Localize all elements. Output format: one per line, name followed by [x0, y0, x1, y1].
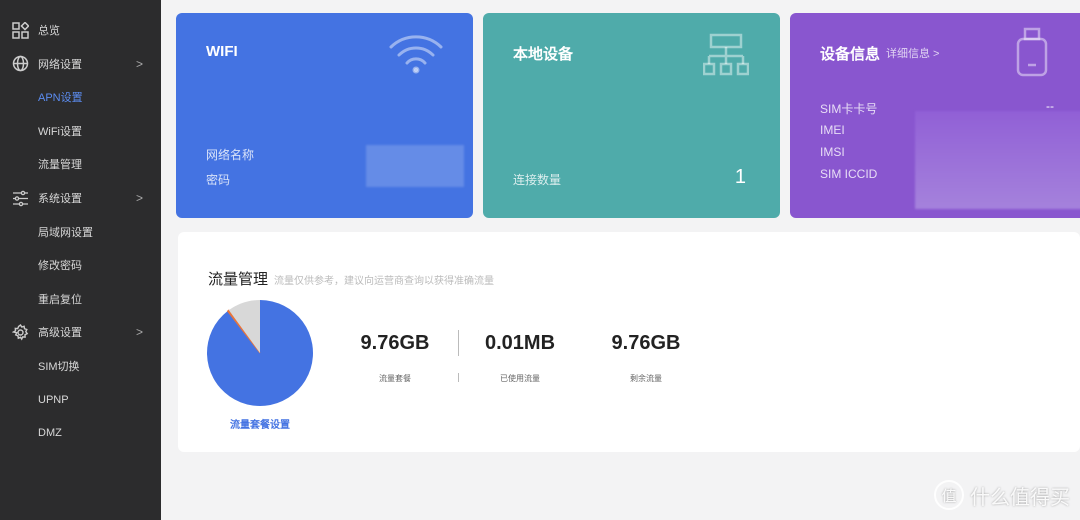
sidebar-item-12[interactable]: DMZ [0, 421, 161, 445]
sidebar-item-label: 重启复位 [38, 293, 82, 306]
sidebar-item-9[interactable]: 高级设置 > [0, 320, 161, 344]
sliders-icon [12, 190, 29, 207]
device-info-card: 设备信息 详细信息 > SIM卡卡号 -- IMEI IMSI SIM ICCI… [790, 13, 1080, 218]
sidebar-item-10[interactable]: SIM切换 [0, 354, 161, 378]
chevron-right-icon: > [136, 325, 144, 340]
wifi-title: WIFI [206, 43, 238, 60]
traffic-pie-chart [207, 300, 313, 406]
watermark-text: 什么值得买 [970, 486, 1070, 509]
sidebar-item-1[interactable]: 网络设置 > [0, 52, 161, 76]
used-stat: 0.01MB 已使用流量 [460, 332, 580, 384]
imsi-label: IMSI [820, 145, 845, 159]
sidebar-item-label: UPNP [38, 393, 69, 406]
traffic-note: 流量仅供参考，建议向运营商查询以获得准确流量 [274, 276, 494, 287]
sidebar-item-7[interactable]: 修改密码 [0, 253, 161, 277]
usb-modem-icon [1016, 27, 1048, 77]
sidebar-item-label: 高级设置 [38, 327, 82, 340]
plan-label: 流量套餐 [379, 374, 411, 383]
sidebar: 总览网络设置 > APN设置 WiFi设置 流量管理系统设置 > 局域网设置修改密码重启复位… [0, 0, 161, 520]
traffic-panel: 流量管理 流量仅供参考，建议向运营商查询以获得准确流量 流量套餐设置 9.76G… [178, 232, 1080, 452]
sidebar-item-5[interactable]: 系统设置 > [0, 186, 161, 210]
divider [458, 373, 459, 382]
remaining-label: 剩余流量 [630, 374, 662, 383]
sidebar-item-2[interactable]: APN设置 [0, 85, 161, 109]
plan-settings-link[interactable]: 流量套餐设置 [208, 416, 312, 431]
network-topology-icon [703, 33, 749, 76]
globe-icon [12, 55, 29, 72]
local-device-card[interactable]: 本地设备 连接数量 1 [483, 13, 780, 218]
device-title: 本地设备 [513, 46, 574, 63]
info-title: 设备信息 [820, 46, 881, 63]
network-name-label: 网络名称 [206, 148, 255, 162]
sidebar-item-label: 总览 [38, 25, 60, 37]
divider [458, 330, 459, 356]
sim-label: SIM卡卡号 [820, 102, 878, 116]
plan-value: 9.76GB [360, 332, 430, 354]
connections-label: 连接数量 [513, 173, 562, 187]
sidebar-item-6[interactable]: 局域网设置 [0, 220, 161, 244]
sidebar-item-label: APN设置 [38, 92, 83, 105]
remaining-value: 9.76GB [611, 332, 681, 354]
wifi-card[interactable]: WIFI 网络名称 密码 [176, 13, 473, 218]
connections-count: 1 [734, 166, 746, 188]
sidebar-item-label: 流量管理 [38, 159, 82, 172]
wifi-icon [389, 35, 443, 74]
sidebar-item-label: 网络设置 [38, 58, 82, 71]
grid-icon [12, 20, 30, 39]
plan-stat: 9.76GB 流量套餐 [335, 332, 455, 384]
sidebar-item-label: 修改密码 [38, 260, 82, 273]
sidebar-item-label: 局域网设置 [38, 226, 93, 239]
sidebar-item-4[interactable]: 流量管理 [0, 152, 161, 176]
sidebar-item-11[interactable]: UPNP [0, 388, 161, 412]
watermark-logo: 值 [934, 480, 964, 510]
sidebar-item-label: DMZ [38, 427, 62, 440]
gear-icon [11, 323, 29, 341]
sidebar-item-label: 系统设置 [38, 193, 82, 205]
sidebar-item-3[interactable]: WiFi设置 [0, 119, 161, 143]
chevron-right-icon: > [136, 56, 144, 71]
used-label: 已使用流量 [500, 374, 540, 383]
imei-label: IMEI [820, 123, 845, 137]
used-value: 0.01MB [484, 332, 556, 354]
sidebar-item-8[interactable]: 重启复位 [0, 287, 161, 311]
sidebar-item-label: SIM切换 [38, 361, 80, 373]
remaining-stat: 9.76GB 剩余流量 [586, 332, 706, 384]
sidebar-item-label: WiFi设置 [38, 125, 82, 138]
redacted-area [915, 111, 1080, 209]
chevron-right-icon: > [136, 191, 144, 205]
details-link[interactable]: 详细信息 > [886, 45, 939, 61]
traffic-title: 流量管理 [208, 271, 269, 288]
redacted-area [366, 145, 464, 187]
password-label: 密码 [206, 173, 231, 187]
iccid-label: SIM ICCID [820, 167, 878, 181]
sidebar-item-0[interactable]: 总览 [0, 18, 161, 42]
watermark: 值 什么值得买 [934, 480, 1070, 510]
